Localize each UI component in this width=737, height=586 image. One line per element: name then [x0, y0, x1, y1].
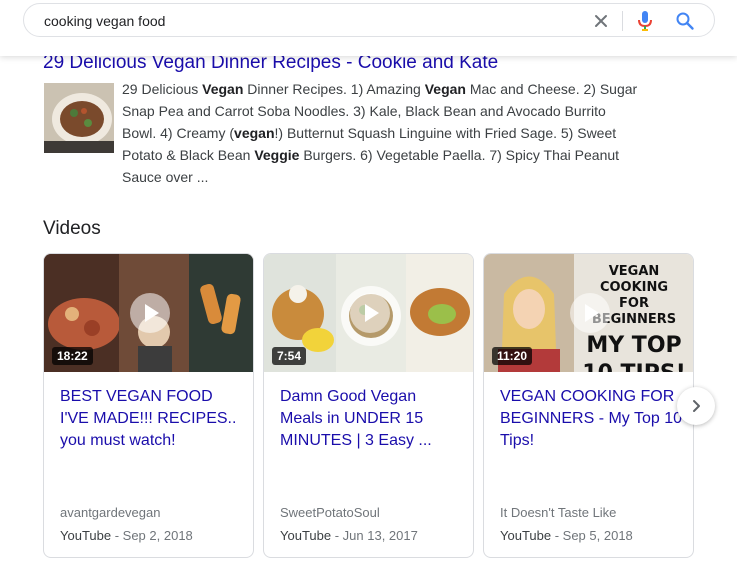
snippet-keyword: vegan [234, 125, 275, 141]
videos-heading: Videos [43, 218, 101, 239]
video-meta: YouTube - Sep 5, 2018 [500, 528, 633, 543]
search-header [0, 0, 737, 56]
close-icon[interactable] [591, 11, 611, 31]
snippet-text: Dinner Recipes. 1) Amazing [243, 81, 425, 97]
video-channel: SweetPotatoSoul [280, 505, 380, 520]
video-card[interactable]: 18:22 BEST VEGAN FOOD I'VE MADE!!! RECIP… [43, 253, 254, 558]
video-duration: 11:20 [492, 347, 533, 365]
video-source: YouTube [280, 528, 332, 543]
video-thumbnail[interactable]: 18:22 [44, 254, 253, 372]
snippet-keyword: Veggie [254, 147, 300, 163]
video-thumbnail[interactable]: VEGAN COOKING FOR BEGINNERS MY TOP 10 TI… [484, 254, 693, 372]
video-duration: 7:54 [272, 347, 307, 365]
video-source: YouTube [60, 528, 112, 543]
search-input[interactable] [44, 11, 564, 31]
result-thumbnail[interactable] [44, 83, 114, 153]
video-channel: It Doesn't Taste Like [500, 505, 617, 520]
video-source: YouTube [500, 528, 552, 543]
search-box[interactable] [23, 3, 715, 37]
video-meta: YouTube - Sep 2, 2018 [60, 528, 193, 543]
play-icon [130, 293, 170, 333]
video-date: Sep 5, 2018 [562, 528, 633, 543]
video-date: Jun 13, 2017 [342, 528, 418, 543]
video-title[interactable]: VEGAN COOKING FOR BEGINNERS - My Top 10 … [500, 386, 682, 452]
snippet-keyword: Vegan [424, 81, 466, 97]
video-thumbnail[interactable]: 7:54 [264, 254, 473, 372]
video-title[interactable]: BEST VEGAN FOOD I'VE MADE!!! RECIPES.. y… [60, 386, 242, 452]
video-title[interactable]: Damn Good Vegan Meals in UNDER 15 MINUTE… [280, 386, 462, 452]
mic-icon[interactable] [635, 10, 655, 32]
snippet-keyword: Vegan [202, 81, 244, 97]
video-channel: avantgardevegan [60, 505, 161, 520]
search-divider [622, 11, 623, 31]
search-icon[interactable] [675, 11, 695, 31]
next-videos-button[interactable] [677, 387, 715, 425]
video-date: Sep 2, 2018 [122, 528, 193, 543]
result-snippet: 29 Delicious Vegan Dinner Recipes. 1) Am… [122, 78, 642, 188]
overlay-line: MY TOP [586, 333, 682, 358]
snippet-text: 29 Delicious [122, 81, 203, 97]
play-icon [350, 293, 390, 333]
video-meta: YouTube - Jun 13, 2017 [280, 528, 418, 543]
video-card[interactable]: 7:54 Damn Good Vegan Meals in UNDER 15 M… [263, 253, 474, 558]
chevron-right-icon [693, 400, 700, 412]
overlay-line: VEGAN COOKING [599, 264, 669, 295]
video-duration: 18:22 [52, 347, 93, 365]
overlay-line: 10 TIPS! [576, 360, 692, 372]
video-card[interactable]: VEGAN COOKING FOR BEGINNERS MY TOP 10 TI… [483, 253, 694, 558]
play-icon [570, 293, 610, 333]
